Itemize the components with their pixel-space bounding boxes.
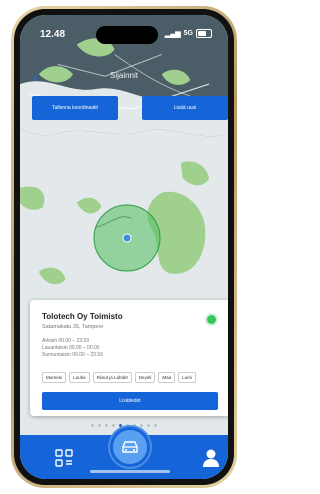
location-address: Satamakatu 26, Tampere	[42, 324, 104, 330]
opening-hours: Arkisin 00.00 – 23.59 Lauantaisin 00.00 …	[42, 338, 103, 359]
tag-chip[interactable]: Maa	[158, 372, 176, 383]
signal-icon: ▂▄▆	[164, 30, 181, 38]
tag-chip[interactable]: Deyeli	[134, 372, 156, 383]
hours-saturday: Lauantaisin 00.00 – 00.00	[42, 345, 100, 351]
open-status-indicator	[205, 313, 218, 326]
pager-dot[interactable]	[105, 424, 108, 427]
pager-dot[interactable]	[140, 424, 143, 427]
qr-icon[interactable]	[55, 449, 73, 467]
pager-dot[interactable]	[119, 424, 122, 427]
save-coordinates-button[interactable]: Tallenna koordinaatit	[32, 96, 118, 120]
user-icon[interactable]	[202, 448, 220, 468]
dynamic-island	[96, 26, 158, 44]
add-new-button[interactable]: Lisää uusi	[142, 96, 228, 120]
pager-dot[interactable]	[91, 424, 94, 427]
tag-chip[interactable]: Lumi	[178, 372, 196, 383]
pager-dot[interactable]	[112, 424, 115, 427]
location-name: Tolotech Oy Toimisto	[42, 312, 123, 321]
hours-weekdays: Arkisin 00.00 – 23.59	[42, 338, 89, 344]
car-icon	[122, 441, 138, 453]
car-tab-button[interactable]	[110, 427, 150, 467]
app-screen: 12.48 ▂▄▆ 5G ‹ Sijainnit Tallenna koordi…	[20, 15, 228, 479]
pager-dot[interactable]	[147, 424, 150, 427]
pager-dots[interactable]	[20, 424, 228, 427]
tag-chip[interactable]: Riisut ja Lahdet	[92, 372, 132, 383]
status-indicators: ▂▄▆ 5G	[165, 29, 212, 38]
tag-chip[interactable]: Moreeni	[42, 372, 67, 383]
phone-bezel: 12.48 ▂▄▆ 5G ‹ Sijainnit Tallenna koordi…	[14, 9, 234, 485]
status-time: 12.48	[40, 29, 66, 40]
location-marker[interactable]	[92, 203, 162, 273]
pager-dot[interactable]	[154, 424, 157, 427]
hours-sunday: Sunnuntaisin 00.00 – 23.59	[42, 352, 103, 358]
details-button[interactable]: Lisätiedot	[42, 392, 218, 410]
location-card[interactable]: Tolotech Oy Toimisto Satamakatu 26, Tamp…	[30, 300, 228, 416]
tag-chip[interactable]: Louhe	[69, 372, 90, 383]
page-title: Sijainnit	[109, 71, 138, 80]
product-tags: Moreeni Louhe Riisut ja Lahdet Deyeli Ma…	[42, 372, 196, 383]
battery-icon	[196, 29, 212, 38]
phone-frame: 12.48 ▂▄▆ 5G ‹ Sijainnit Tallenna koordi…	[11, 6, 237, 488]
network-label: 5G	[183, 30, 193, 37]
pager-dot[interactable]	[98, 424, 101, 427]
home-indicator	[90, 470, 170, 473]
